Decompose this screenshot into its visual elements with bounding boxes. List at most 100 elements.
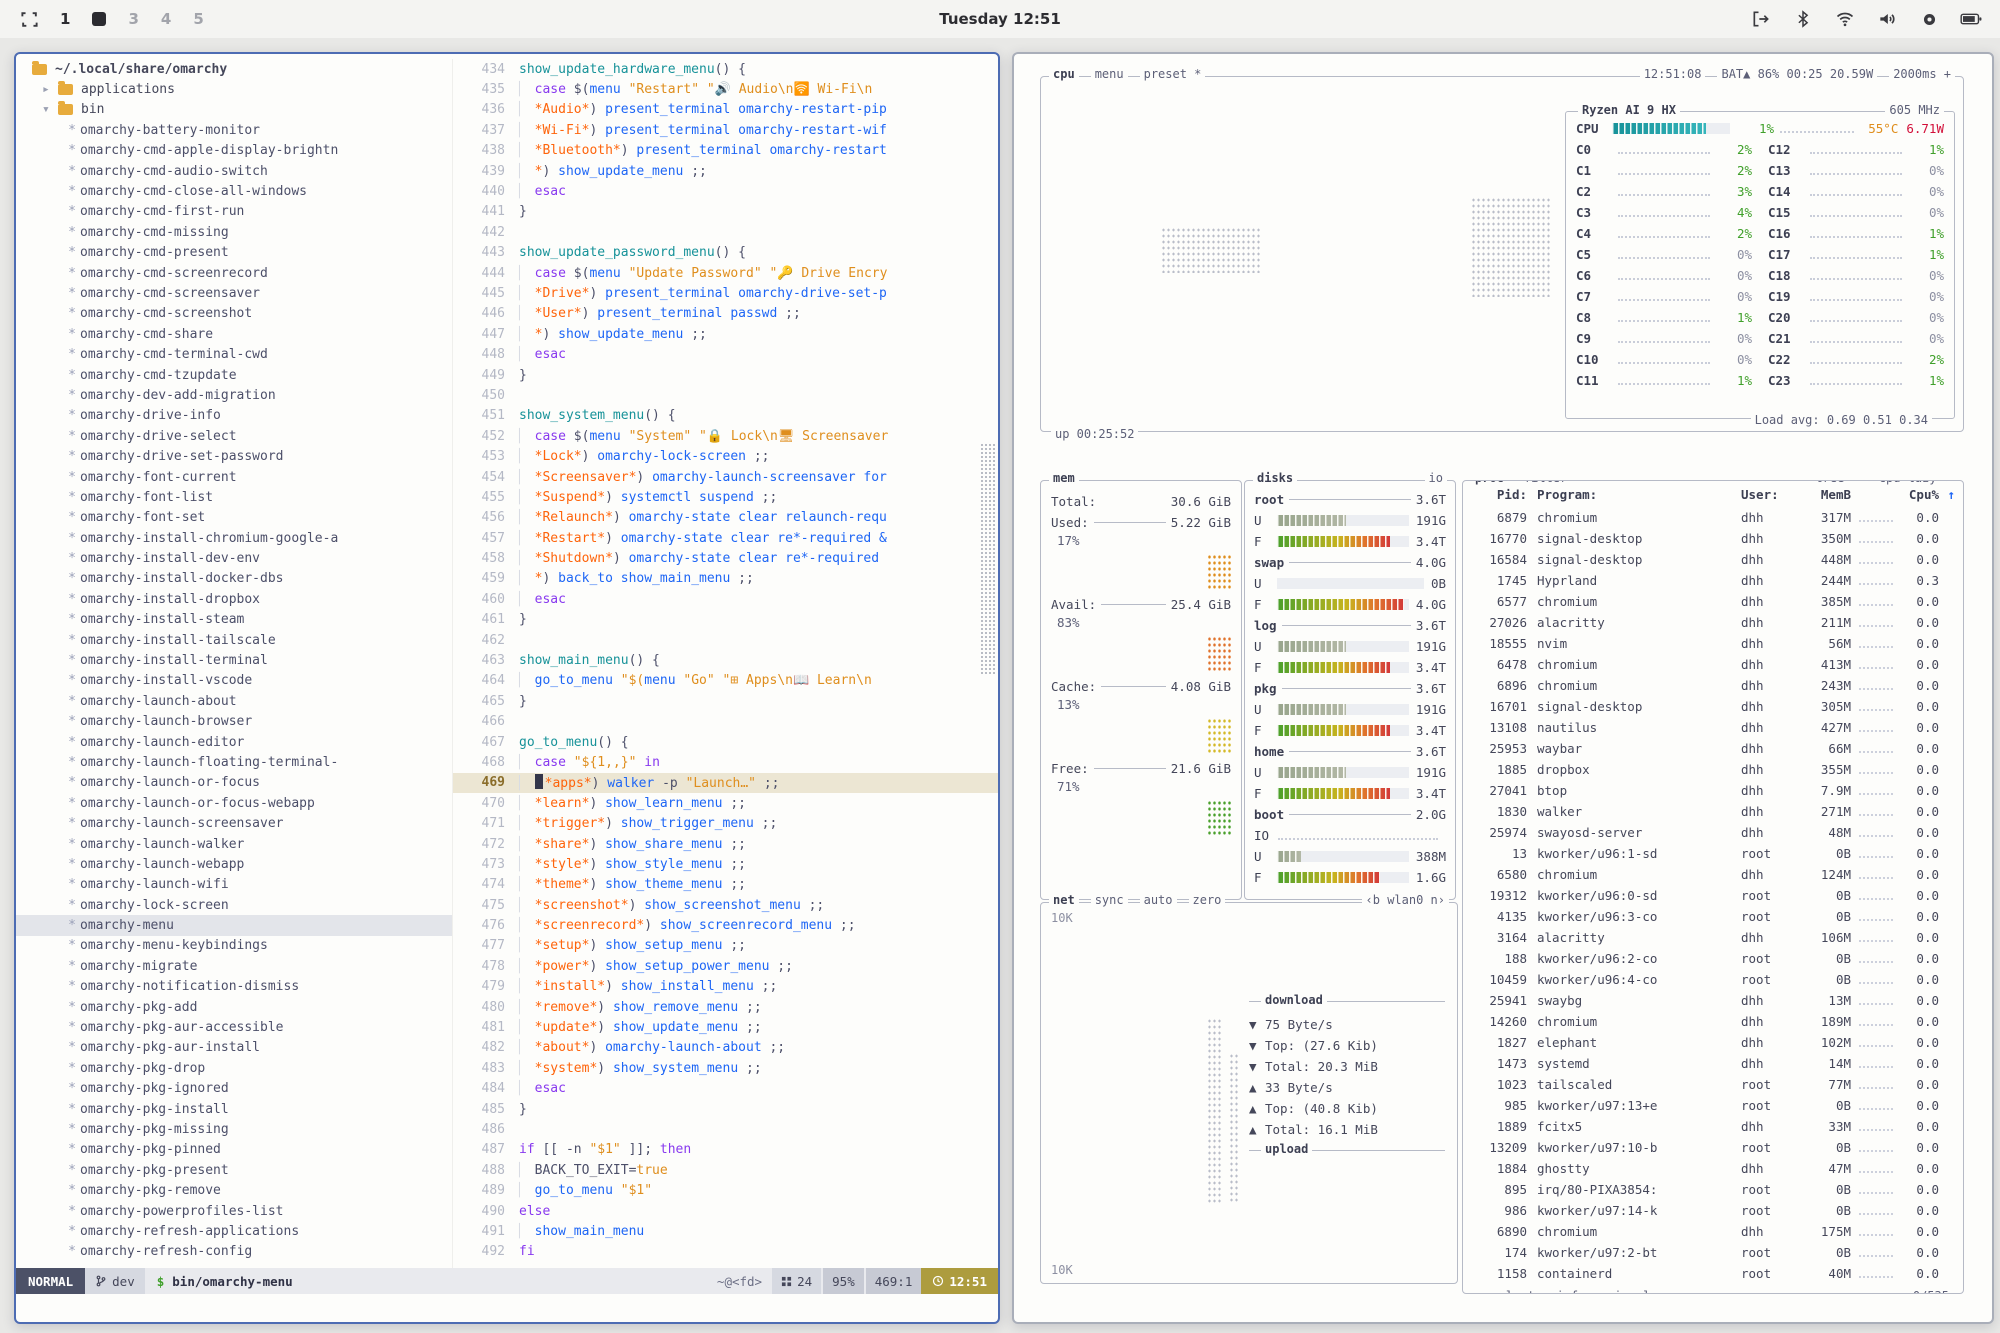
process-row[interactable]: 1745Hyprlanddhh244M0.3 <box>1463 570 1963 591</box>
code-line-448[interactable]: 448▏ esac <box>453 344 998 364</box>
code-line-484[interactable]: 484▏ esac <box>453 1079 998 1099</box>
net-auto-toggle[interactable]: auto <box>1140 893 1177 907</box>
process-row[interactable]: 16584signal-desktopdhh448M0.0 <box>1463 549 1963 570</box>
code-line-469[interactable]: 469▏ *apps*) walker -p "Launch…" ;; <box>453 773 998 793</box>
settings-icon[interactable] <box>1918 8 1940 30</box>
code-line-480[interactable]: 480▏ *remove*) show_remove_menu ;; <box>453 997 998 1017</box>
code-line-475[interactable]: 475▏ *screenshot*) show_screenshot_menu … <box>453 895 998 915</box>
code-line-479[interactable]: 479▏ *install*) show_install_menu ;; <box>453 977 998 997</box>
proc-box-title[interactable]: proc <box>1471 480 1508 485</box>
process-row[interactable]: 1023tailscaledroot77M0.0 <box>1463 1074 1963 1095</box>
tree-file-omarchy-pkg-remove[interactable]: *omarchy-pkg-remove <box>16 1180 452 1200</box>
tree-file-omarchy-menu-keybindings[interactable]: *omarchy-menu-keybindings <box>16 936 452 956</box>
disks-box-title[interactable]: disks <box>1253 471 1297 485</box>
code-line-440[interactable]: 440▏ esac <box>453 181 998 201</box>
proc-tree-toggle[interactable]: tree <box>1811 480 1848 485</box>
tree-file-omarchy-cmd-screensaver[interactable]: *omarchy-cmd-screensaver <box>16 283 452 303</box>
code-line-445[interactable]: 445▏ *Drive*) present_terminal omarchy-d… <box>453 283 998 303</box>
volume-icon[interactable] <box>1876 8 1898 30</box>
code-line-470[interactable]: 470▏ *learn*) show_learn_menu ;; <box>453 793 998 813</box>
process-row[interactable]: 18555nvimdhh56M0.0 <box>1463 633 1963 654</box>
tree-file-omarchy-dev-add-migration[interactable]: *omarchy-dev-add-migration <box>16 385 452 405</box>
process-row[interactable]: 25974swayosd-serverdhh48M0.0 <box>1463 822 1963 843</box>
workspace-5[interactable]: 5 <box>193 10 203 28</box>
tree-file-omarchy-powerprofiles-list[interactable]: *omarchy-powerprofiles-list <box>16 1201 452 1221</box>
code-editor[interactable]: 434show_update_hardware_menu() {435▏ cas… <box>453 59 998 1268</box>
code-line-490[interactable]: 490else <box>453 1201 998 1221</box>
tree-file-omarchy-launch-browser[interactable]: *omarchy-launch-browser <box>16 712 452 732</box>
buffer-count[interactable]: 24 <box>772 1268 821 1294</box>
code-line-444[interactable]: 444▏ case $(menu "Update Password" "🔑 Dr… <box>453 263 998 283</box>
code-line-467[interactable]: 467go_to_menu() { <box>453 732 998 752</box>
code-line-486[interactable]: 486 <box>453 1119 998 1139</box>
code-line-454[interactable]: 454▏ *Screensaver*) omarchy-launch-scree… <box>453 467 998 487</box>
code-line-477[interactable]: 477▏ *setup*) show_setup_menu ;; <box>453 936 998 956</box>
process-row[interactable]: 1827elephantdhh102M0.0 <box>1463 1032 1963 1053</box>
process-row[interactable]: 4135kworker/u96:3-coroot0B0.0 <box>1463 906 1963 927</box>
process-row[interactable]: 895irq/80-PIXA3854:root0B0.0 <box>1463 1179 1963 1200</box>
tree-file-omarchy-pkg-add[interactable]: *omarchy-pkg-add <box>16 997 452 1017</box>
process-row[interactable]: 10459kworker/u96:4-coroot0B0.0 <box>1463 969 1963 990</box>
code-line-482[interactable]: 482▏ *about*) omarchy-launch-about ;; <box>453 1038 998 1058</box>
tree-file-omarchy-launch-screensaver[interactable]: *omarchy-launch-screensaver <box>16 813 452 833</box>
process-row[interactable]: 14260chromiumdhh189M0.0 <box>1463 1011 1963 1032</box>
code-line-442[interactable]: 442 <box>453 222 998 242</box>
workspace-2[interactable] <box>92 12 106 26</box>
code-line-472[interactable]: 472▏ *share*) show_share_menu ;; <box>453 834 998 854</box>
process-row[interactable]: 1158containerdroot40M0.0 <box>1463 1263 1963 1284</box>
code-line-461[interactable]: 461} <box>453 610 998 630</box>
code-line-463[interactable]: 463show_main_menu() { <box>453 650 998 670</box>
tree-file-omarchy-launch-or-focus-webapp[interactable]: *omarchy-launch-or-focus-webapp <box>16 793 452 813</box>
tree-file-omarchy-install-docker-dbs[interactable]: *omarchy-install-docker-dbs <box>16 569 452 589</box>
code-line-466[interactable]: 466 <box>453 712 998 732</box>
tree-file-omarchy-migrate[interactable]: *omarchy-migrate <box>16 956 452 976</box>
code-line-483[interactable]: 483▏ *system*) show_system_menu ;; <box>453 1058 998 1078</box>
code-line-459[interactable]: 459▏ *) back_to show_main_menu ;; <box>453 569 998 589</box>
process-row[interactable]: 27041btopdhh7.9M0.0 <box>1463 780 1963 801</box>
process-row[interactable]: 3164alacrittydhh106M0.0 <box>1463 927 1963 948</box>
tree-file-omarchy-cmd-audio-switch[interactable]: *omarchy-cmd-audio-switch <box>16 161 452 181</box>
code-line-485[interactable]: 485} <box>453 1099 998 1119</box>
menu-button[interactable]: menu <box>1091 67 1128 81</box>
wifi-icon[interactable] <box>1834 8 1856 30</box>
process-row[interactable]: 25941swaybgdhh13M0.0 <box>1463 990 1963 1011</box>
git-branch[interactable]: dev <box>85 1268 145 1294</box>
process-row[interactable]: 27026alacrittydhh211M0.0 <box>1463 612 1963 633</box>
tree-file-omarchy-cmd-present[interactable]: *omarchy-cmd-present <box>16 243 452 263</box>
process-row[interactable]: 19312kworker/u96:0-sdroot0B0.0 <box>1463 885 1963 906</box>
process-row[interactable]: 16701signal-desktopdhh305M0.0 <box>1463 696 1963 717</box>
code-line-435[interactable]: 435▏ case $(menu "Restart" "🔊 Audio\n🛜 W… <box>453 79 998 99</box>
process-row[interactable]: 6879chromiumdhh317M0.0 <box>1463 507 1963 528</box>
code-line-458[interactable]: 458▏ *Shutdown*) omarchy-state clear re*… <box>453 548 998 568</box>
tree-file-omarchy-launch-walker[interactable]: *omarchy-launch-walker <box>16 834 452 854</box>
code-line-455[interactable]: 455▏ *Suspend*) systemctl suspend ;; <box>453 487 998 507</box>
tree-file-omarchy-launch-or-focus[interactable]: *omarchy-launch-or-focus <box>16 773 452 793</box>
code-line-457[interactable]: 457▏ *Restart*) omarchy-state clear re*-… <box>453 528 998 548</box>
battery-icon[interactable] <box>1960 8 1982 30</box>
process-row[interactable]: 6890chromiumdhh175M0.0 <box>1463 1221 1963 1242</box>
code-line-462[interactable]: 462 <box>453 630 998 650</box>
process-row[interactable]: 985kworker/u97:13+eroot0B0.0 <box>1463 1095 1963 1116</box>
workspace-4[interactable]: 4 <box>161 10 171 28</box>
tree-file-omarchy-cmd-first-run[interactable]: *omarchy-cmd-first-run <box>16 202 452 222</box>
net-sync-toggle[interactable]: sync <box>1091 893 1128 907</box>
tree-file-omarchy-install-chromium-google-a[interactable]: *omarchy-install-chromium-google-a <box>16 528 452 548</box>
proc-filter[interactable]: filter <box>1520 480 1571 485</box>
code-line-492[interactable]: 492fi <box>453 1242 998 1262</box>
code-line-488[interactable]: 488▏ BACK_TO_EXIT=true <box>453 1160 998 1180</box>
tree-file-omarchy-pkg-pinned[interactable]: *omarchy-pkg-pinned <box>16 1140 452 1160</box>
scrollbar-minimap[interactable] <box>980 443 996 675</box>
code-line-456[interactable]: 456▏ *Relaunch*) omarchy-state clear rel… <box>453 508 998 528</box>
tree-file-omarchy-font-set[interactable]: *omarchy-font-set <box>16 508 452 528</box>
tree-file-omarchy-drive-select[interactable]: *omarchy-drive-select <box>16 426 452 446</box>
net-box-title[interactable]: net <box>1049 893 1079 907</box>
code-line-438[interactable]: 438▏ *Bluetooth*) present_terminal omarc… <box>453 141 998 161</box>
bluetooth-icon[interactable] <box>1792 8 1814 30</box>
cpu-box-title[interactable]: cpu <box>1049 67 1079 81</box>
code-line-451[interactable]: 451show_system_menu() { <box>453 406 998 426</box>
process-row[interactable]: 1885dropboxdhh355M0.0 <box>1463 759 1963 780</box>
logout-icon[interactable] <box>1750 8 1772 30</box>
code-line-443[interactable]: 443show_update_password_menu() { <box>453 243 998 263</box>
code-line-468[interactable]: 468▏ case "${1,,}" in <box>453 752 998 772</box>
tree-file-omarchy-font-current[interactable]: *omarchy-font-current <box>16 467 452 487</box>
